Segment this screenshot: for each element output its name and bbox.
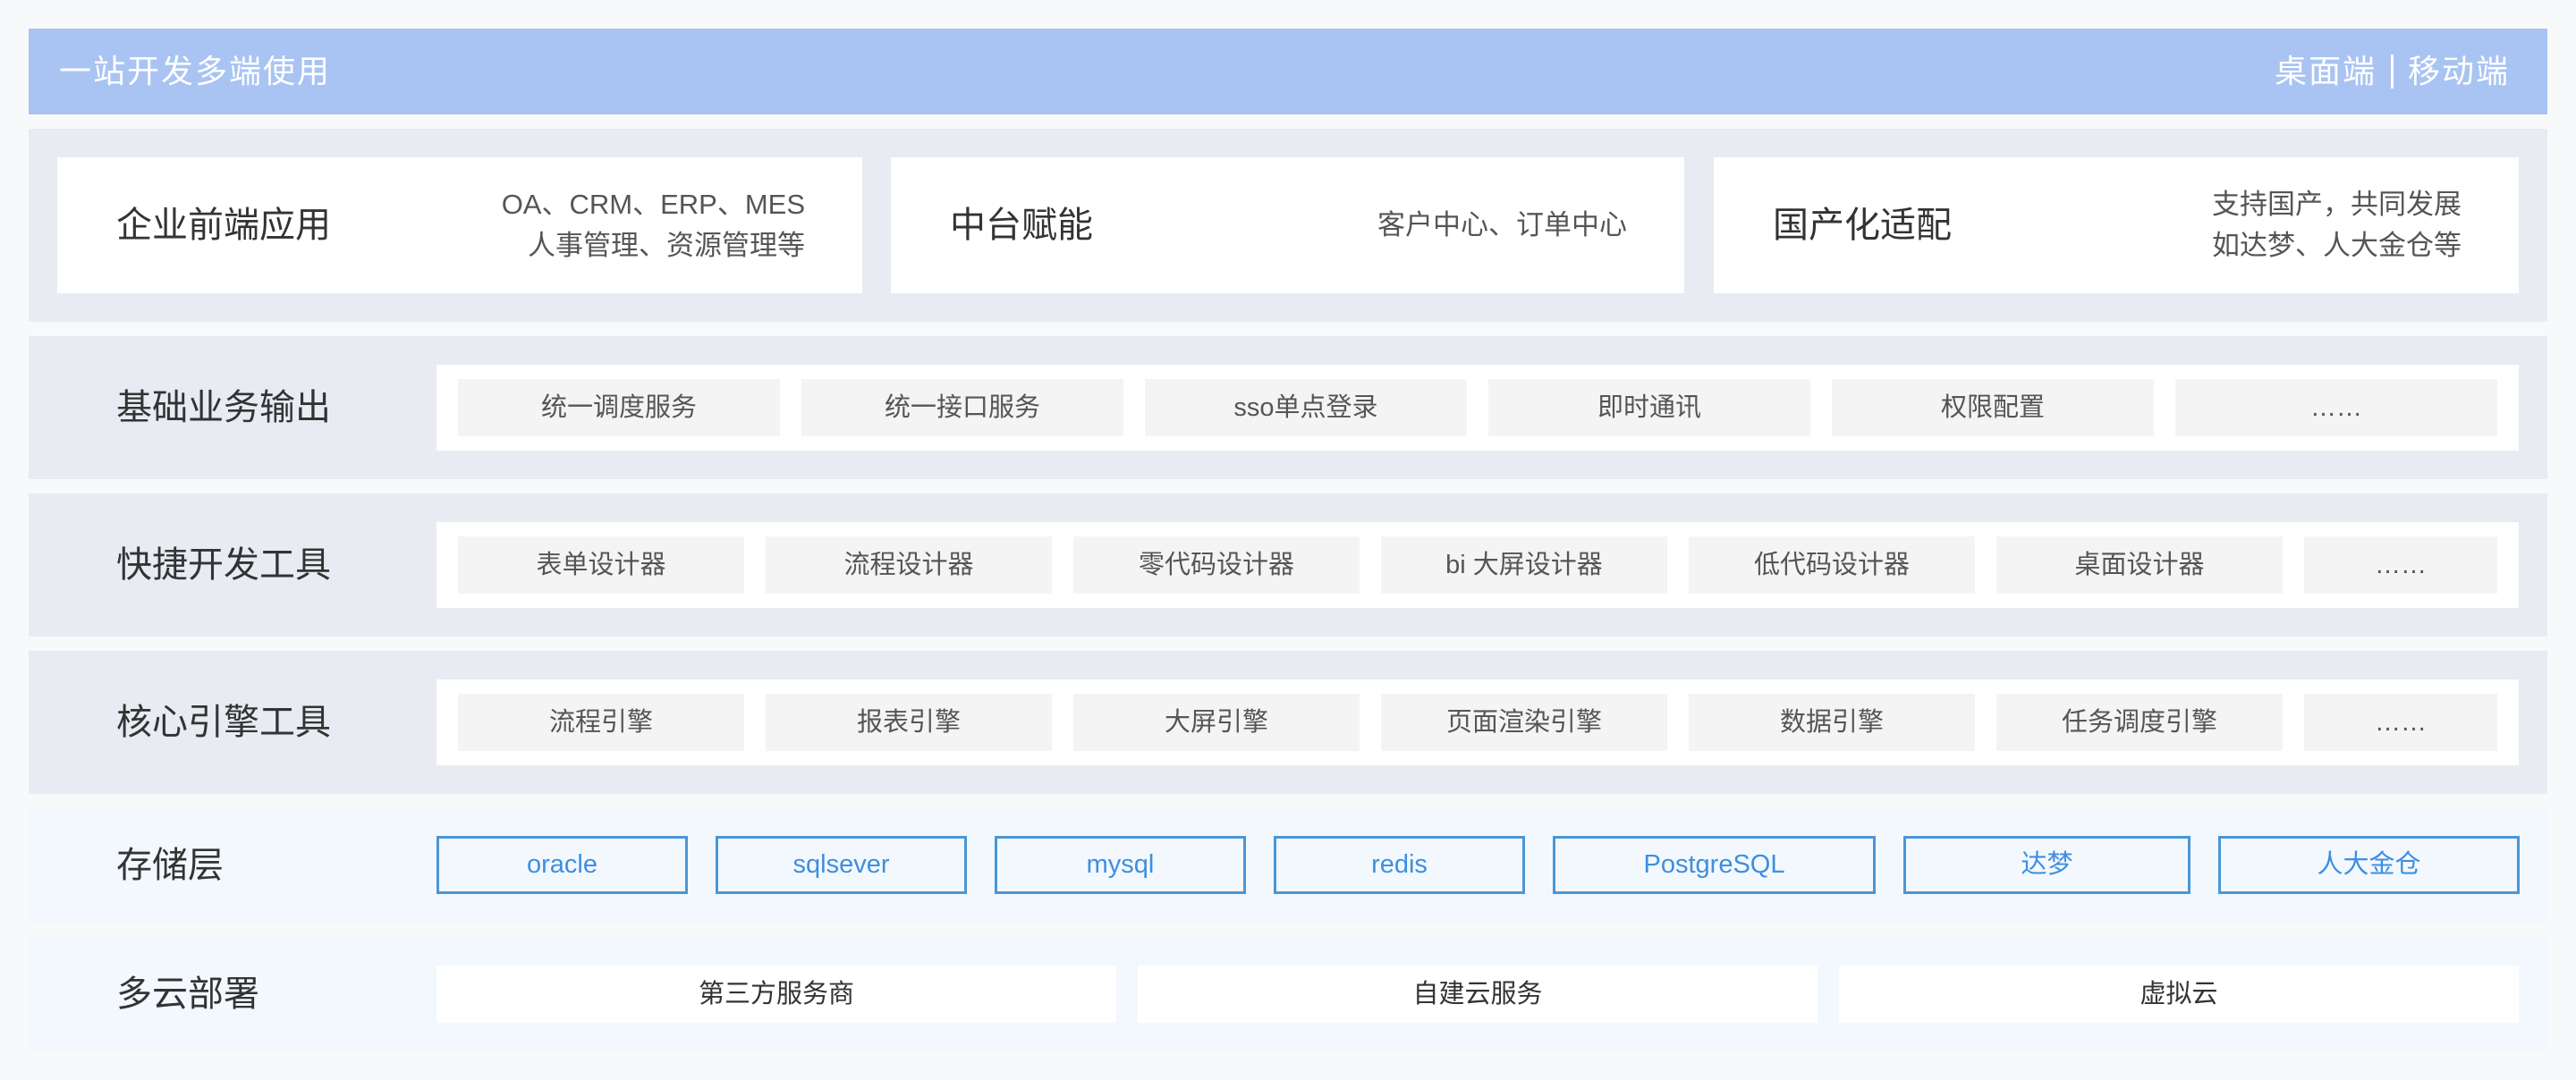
layer-cloud: 多云部署 第三方服务商 自建云服务 虚拟云 xyxy=(29,937,2547,1051)
card-desc: 客户中心、订单中心 xyxy=(1377,157,1627,293)
item-chip-more: …… xyxy=(2304,694,2497,751)
card-enterprise-frontend: 企业前端应用 OA、CRM、ERP、MES 人事管理、资源管理等 xyxy=(57,157,862,293)
layer-items: 表单设计器 流程设计器 零代码设计器 bi 大屏设计器 低代码设计器 桌面设计器… xyxy=(436,522,2519,608)
storage-box: oracle xyxy=(436,836,688,894)
card-desc-line: 客户中心、订单中心 xyxy=(1377,209,1627,240)
item-chip: 低代码设计器 xyxy=(1689,536,1975,594)
item-chip: 任务调度引擎 xyxy=(1996,694,2283,751)
item-chip-more: …… xyxy=(2175,379,2497,436)
card-desc-line: OA、CRM、ERP、MES xyxy=(501,189,805,220)
item-chip: 数据引擎 xyxy=(1689,694,1975,751)
item-chip: 大屏引擎 xyxy=(1073,694,1360,751)
layer-label: 基础业务输出 xyxy=(116,388,331,427)
storage-box: 人大金仓 xyxy=(2218,836,2520,894)
storage-box: redis xyxy=(1274,836,1525,894)
layer-business: 基础业务输出 统一调度服务 统一接口服务 sso单点登录 即时通讯 权限配置 …… xyxy=(29,336,2547,479)
item-chip: 即时通讯 xyxy=(1488,379,1810,436)
divider xyxy=(2390,55,2394,89)
item-chip: 报表引擎 xyxy=(766,694,1052,751)
item-chip: 页面渲染引擎 xyxy=(1381,694,1667,751)
storage-box: PostgreSQL xyxy=(1553,836,1876,894)
storage-box: mysql xyxy=(995,836,1246,894)
layer-items: 统一调度服务 统一接口服务 sso单点登录 即时通讯 权限配置 …… xyxy=(436,365,2519,451)
item-chip: 零代码设计器 xyxy=(1073,536,1360,594)
item-chip: sso单点登录 xyxy=(1145,379,1467,436)
cloud-box: 自建云服务 xyxy=(1138,966,1818,1023)
card-title: 国产化适配 xyxy=(1773,206,1952,245)
item-chip: 统一调度服务 xyxy=(458,379,780,436)
layer-devtools: 快捷开发工具 表单设计器 流程设计器 零代码设计器 bi 大屏设计器 低代码设计… xyxy=(29,494,2547,637)
item-chip: 流程引擎 xyxy=(458,694,744,751)
card-desc-line: 人事管理、资源管理等 xyxy=(528,230,805,261)
item-chip-more: …… xyxy=(2304,536,2497,594)
card-title: 中台赋能 xyxy=(950,206,1093,245)
layer-items: 流程引擎 报表引擎 大屏引擎 页面渲染引擎 数据引擎 任务调度引擎 …… xyxy=(436,679,2519,765)
layer-storage: 存储层 oracle sqlsever mysql redis PostgreS… xyxy=(29,808,2547,923)
header-title: 一站开发多端使用 xyxy=(59,53,332,89)
layer-label: 存储层 xyxy=(116,846,224,885)
item-chip: 表单设计器 xyxy=(458,536,744,594)
cloud-box: 第三方服务商 xyxy=(436,966,1116,1023)
application-band: 企业前端应用 OA、CRM、ERP、MES 人事管理、资源管理等 中台赋能 客户… xyxy=(29,129,2547,322)
cloud-box: 虚拟云 xyxy=(1839,966,2519,1023)
layer-label: 快捷开发工具 xyxy=(116,545,331,585)
card-title: 企业前端应用 xyxy=(116,206,331,245)
layer-label: 核心引擎工具 xyxy=(116,703,331,742)
item-chip: 统一接口服务 xyxy=(801,379,1123,436)
storage-box: 达梦 xyxy=(1903,836,2190,894)
card-localization: 国产化适配 支持国产，共同发展 如达梦、人大金仓等 xyxy=(1714,157,2519,293)
item-chip: 权限配置 xyxy=(1832,379,2154,436)
item-chip: 流程设计器 xyxy=(766,536,1052,594)
card-desc: OA、CRM、ERP、MES 人事管理、资源管理等 xyxy=(502,157,805,293)
card-desc-line: 支持国产，共同发展 xyxy=(2212,189,2462,220)
platform-mobile: 移动端 xyxy=(2407,53,2510,89)
card-desc: 支持国产，共同发展 如达梦、人大金仓等 xyxy=(2212,157,2462,293)
card-desc-line: 如达梦、人大金仓等 xyxy=(2212,230,2462,261)
header-bar: 一站开发多端使用 桌面端 移动端 xyxy=(29,29,2547,114)
platform-desktop: 桌面端 xyxy=(2274,53,2377,89)
layer-label: 多云部署 xyxy=(116,975,259,1014)
storage-box: sqlsever xyxy=(716,836,967,894)
layer-engines: 核心引擎工具 流程引擎 报表引擎 大屏引擎 页面渲染引擎 数据引擎 任务调度引擎… xyxy=(29,651,2547,794)
item-chip: bi 大屏设计器 xyxy=(1381,536,1667,594)
platform-labels: 桌面端 移动端 xyxy=(2275,29,2510,114)
item-chip: 桌面设计器 xyxy=(1996,536,2283,594)
card-middle-platform: 中台赋能 客户中心、订单中心 xyxy=(891,157,1684,293)
